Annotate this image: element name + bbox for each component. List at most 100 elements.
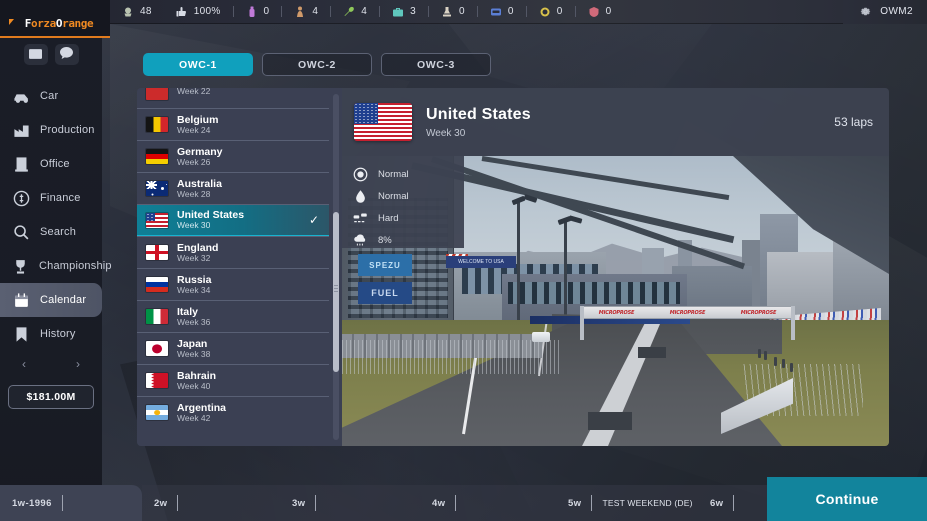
detail-flag-icon	[354, 103, 412, 141]
race-country-name: Belgium	[177, 113, 219, 126]
race-country-name: Russia	[177, 273, 212, 286]
gantry-leg	[791, 306, 795, 340]
race-text: Australia Week 28	[177, 178, 222, 200]
fuel-drop-icon	[352, 188, 368, 204]
race-list-item[interactable]: Russia Week 34	[137, 268, 329, 300]
tab-owc-2[interactable]: OWC-2	[262, 53, 372, 76]
chat-icon	[60, 46, 73, 64]
stat-trophy-bottle[interactable]: 0	[234, 5, 282, 18]
scrollbar-thumb[interactable]	[333, 212, 339, 372]
race-country-name: Japan	[177, 337, 208, 350]
timeline-tick	[591, 495, 593, 511]
flag-serration	[146, 373, 155, 388]
top-status-bar: 48 100% 0 4 4 3 0 0 0 0 OWM2	[0, 0, 927, 24]
continue-button[interactable]: Continue	[767, 477, 927, 521]
race-list-items: Week 22 Belgium Week 24 Germany Week 26 Austr…	[137, 88, 329, 428]
race-list[interactable]: Week 22 Belgium Week 24 Germany Week 26 Austr…	[137, 88, 342, 446]
race-detail-header: United States Week 30 53 laps	[342, 88, 889, 156]
sidebar-item-search[interactable]: Search	[0, 215, 102, 249]
flag-sun	[154, 409, 160, 416]
sidebar-item-car[interactable]: Car	[0, 79, 102, 113]
main-sidebar: Car Production Office Finance Search Champion…	[0, 24, 112, 521]
sidebar-item-label: Finance	[40, 192, 81, 204]
race-list-item[interactable]: Australia Week 28	[137, 172, 329, 204]
race-list-item[interactable]: Japan Week 38	[137, 332, 329, 364]
sidebar-next-button[interactable]: ›	[76, 357, 80, 371]
race-text: Russia Week 34	[177, 274, 211, 296]
mail-button[interactable]	[23, 44, 48, 65]
sidebar-prev-button[interactable]: ‹	[22, 357, 26, 371]
flag-disc	[152, 343, 162, 354]
stat-helmet[interactable]: 48	[110, 5, 164, 18]
race-week-label: Week 36	[177, 316, 211, 327]
timeline-week-2w[interactable]: 2w	[142, 485, 280, 521]
timeline-week-4w[interactable]: 4w	[420, 485, 556, 521]
shield-icon	[588, 5, 601, 18]
factory-icon	[12, 121, 30, 139]
sidebar-item-championship[interactable]: Championship	[0, 249, 112, 283]
timeline-week-label: 6w	[710, 497, 724, 509]
sidebar-item-finance[interactable]: Finance	[0, 181, 102, 215]
season-timeline: 1w-1996 2w 3w 4w 5w TEST WEEKEND (DE) 6w Cont…	[0, 477, 927, 521]
country-flag-icon	[146, 117, 168, 132]
race-list-item[interactable]: Belgium Week 24	[137, 108, 329, 140]
timeline-current-week[interactable]: 1w-1996	[0, 485, 142, 521]
race-list-item[interactable]: Bahrain Week 40	[137, 364, 329, 396]
race-list-item[interactable]: Week 22	[137, 88, 329, 108]
user-profile-button[interactable]: OWM2	[843, 0, 927, 24]
sidebar-item-production[interactable]: Production	[0, 113, 102, 147]
sidebar-item-office[interactable]: Office	[0, 147, 102, 181]
stat-medal[interactable]: 0	[527, 5, 575, 18]
race-week-label: Week 26	[177, 156, 211, 167]
sidebar-item-history[interactable]: History	[0, 317, 102, 351]
timeline-week-3w[interactable]: 3w	[280, 485, 420, 521]
race-list-item[interactable]: England Week 32	[137, 236, 329, 268]
stat-value: 4	[312, 6, 319, 17]
race-country-name: Bahrain	[177, 369, 217, 382]
thumbs-up-icon	[176, 5, 189, 18]
stat-shield[interactable]: 0	[576, 5, 624, 18]
mail-icon	[29, 46, 42, 64]
race-list-item[interactable]: Italy Week 36	[137, 300, 329, 332]
race-week-label: Week 24	[177, 124, 211, 135]
logo-text: ForzaOrange	[24, 16, 94, 30]
stat-thumbs-up[interactable]: 100%	[164, 5, 233, 18]
money-balance-button[interactable]: $181.00M	[8, 385, 94, 409]
logo-accent-icon	[9, 19, 14, 25]
stat-wrench[interactable]: 4	[331, 5, 379, 18]
timeline-tick	[733, 495, 735, 511]
tab-owc-1[interactable]: OWC-1	[143, 53, 253, 76]
condition-value: Hard	[378, 212, 399, 224]
sidebar-item-calendar[interactable]: Calendar	[0, 283, 102, 317]
country-flag-icon	[146, 373, 168, 388]
stat-value: 0	[507, 6, 514, 17]
race-list-item[interactable]: Germany Week 26	[137, 140, 329, 172]
timeline-week-6w[interactable]: 6w	[698, 485, 768, 521]
condition-value: 8%	[378, 234, 392, 246]
timeline-week-5w[interactable]: 5w TEST WEEKEND (DE)	[556, 485, 698, 521]
race-list-item[interactable]: United States Week 30 ✓	[137, 204, 329, 236]
stat-card[interactable]: 0	[478, 5, 526, 18]
stat-briefcase[interactable]: 3	[380, 5, 428, 18]
timeline-tick	[455, 495, 457, 511]
timeline-tick	[177, 495, 179, 511]
person-icon	[294, 5, 307, 18]
track-marker-pad	[588, 412, 632, 430]
flag-canton	[146, 212, 156, 221]
car-icon	[12, 87, 30, 105]
stat-stamp[interactable]: 0	[429, 5, 477, 18]
message-buttons-row	[0, 44, 102, 65]
stat-person[interactable]: 4	[282, 5, 330, 18]
briefcase-icon	[392, 5, 405, 18]
race-list-item[interactable]: Argentina Week 42	[137, 396, 329, 428]
medal-icon	[539, 5, 552, 18]
race-list-scrollbar[interactable]	[333, 94, 339, 440]
tab-owc-3[interactable]: OWC-3	[381, 53, 491, 76]
helmet-icon	[122, 5, 135, 18]
track-advertisement: MICROPROSE	[598, 309, 635, 316]
race-text: England Week 32	[177, 242, 218, 264]
chat-button[interactable]	[54, 44, 79, 65]
track-marker-pad	[638, 347, 666, 358]
app-logo[interactable]: ForzaOrange	[0, 0, 110, 38]
stat-value: 0	[605, 6, 612, 17]
